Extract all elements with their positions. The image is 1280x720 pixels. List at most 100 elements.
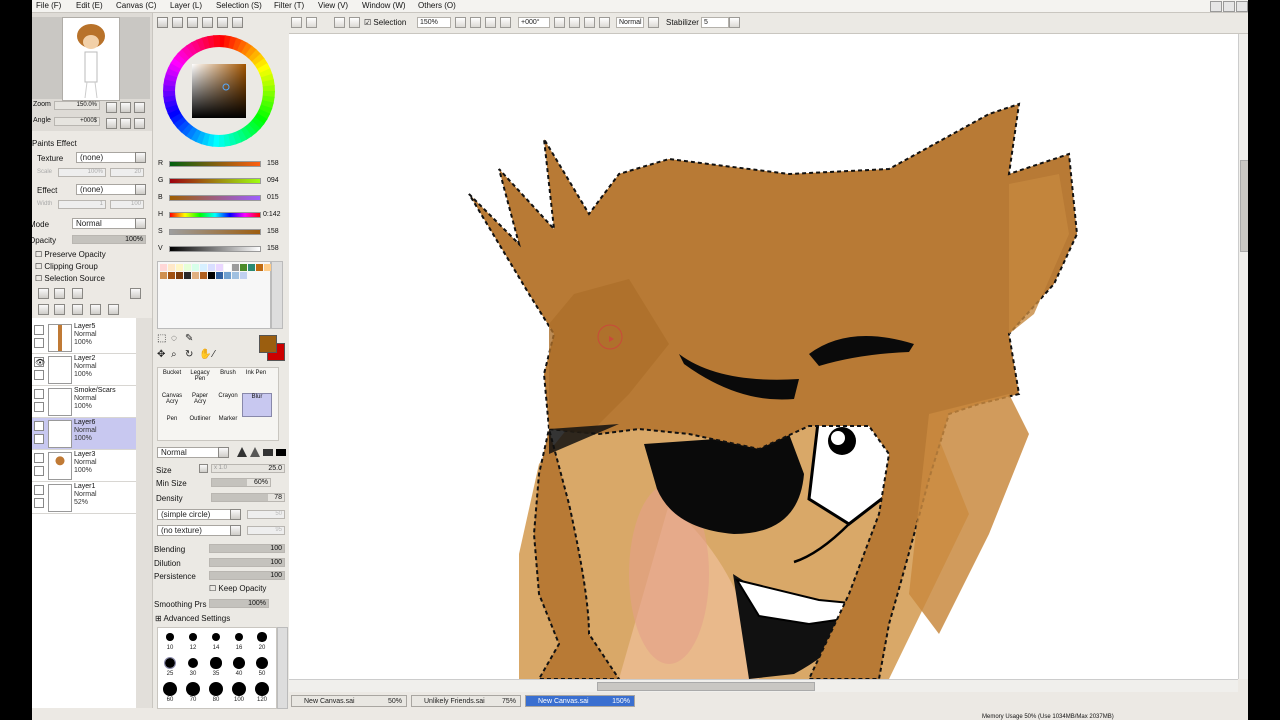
invert-selection-icon[interactable]	[349, 17, 360, 28]
layer-row-4[interactable]: Layer3 Normal 100%	[32, 450, 136, 482]
lasso-select-icon[interactable]: ◌	[171, 333, 177, 344]
color-swatch[interactable]	[240, 264, 247, 271]
canvas-horizontal-scrollbar[interactable]	[289, 679, 1238, 692]
brush-size-dot[interactable]	[186, 682, 200, 696]
color-swatch[interactable]	[200, 264, 207, 271]
stabilizer-field[interactable]: 5	[701, 17, 729, 28]
dilution-slider[interactable]: 100	[209, 558, 285, 567]
lock-icon[interactable]	[34, 466, 44, 476]
rect-select-icon[interactable]: ⬚	[157, 333, 166, 344]
scratchpad-mode-icon[interactable]	[232, 17, 243, 28]
tool-legacy-pen[interactable]: Legacy Pen	[186, 370, 214, 392]
tool-outliner[interactable]: Outliner	[186, 416, 214, 438]
brush-size-dot[interactable]	[166, 633, 174, 641]
color-swatch[interactable]	[232, 272, 239, 279]
deselect-icon[interactable]	[334, 17, 345, 28]
close-button[interactable]	[1236, 1, 1248, 12]
brush-size-presets[interactable]: 10 12 14 16 20 25 30 35 40 50 60 70 80 100 120	[157, 627, 277, 709]
layer-row-5[interactable]: Layer1 Normal 52%	[32, 482, 136, 514]
navigator-preview[interactable]	[62, 17, 120, 101]
tool-ink-pen[interactable]: Ink Pen	[242, 370, 270, 392]
color-swatch[interactable]	[168, 272, 175, 279]
rotate-left-button[interactable]	[106, 118, 117, 129]
color-swatch[interactable]	[192, 264, 199, 271]
color-swatch[interactable]	[200, 272, 207, 279]
menu-window[interactable]: Window (W)	[362, 1, 406, 10]
color-mixer-mode-icon[interactable]	[202, 17, 213, 28]
color-swatch[interactable]	[176, 272, 183, 279]
undo-icon[interactable]	[291, 17, 302, 28]
saturation-slider[interactable]	[169, 229, 261, 235]
redo-icon[interactable]	[306, 17, 317, 28]
preserve-opacity-checkbox[interactable]: ☐ Preserve Opacity	[35, 250, 106, 259]
hue-slider[interactable]	[169, 212, 261, 218]
color-swatch[interactable]	[176, 264, 183, 271]
paint-effect-header[interactable]: Paints Effect	[32, 139, 77, 148]
angle-field[interactable]: +000°	[518, 17, 550, 28]
brush-shape-sharp-icon[interactable]	[237, 447, 247, 457]
scale-number[interactable]: 20	[110, 168, 144, 177]
size-multiplier-button[interactable]	[199, 464, 208, 473]
width-slider[interactable]: 1	[58, 200, 106, 209]
brush-shape-medium-icon[interactable]	[250, 447, 260, 457]
tool-marker[interactable]: Marker	[214, 416, 242, 438]
layer-list-scrollbar[interactable]	[136, 318, 152, 708]
eyedropper-icon[interactable]: ⁄	[213, 349, 215, 360]
zoom-in-button[interactable]	[120, 102, 131, 113]
layer-row-1[interactable]: 👁 Layer2 Normal 100%	[32, 354, 136, 386]
color-swatch[interactable]	[256, 264, 263, 271]
advanced-settings-toggle[interactable]: ⊞ Advanced Settings	[155, 614, 230, 623]
canvas-vertical-scrollbar[interactable]	[1238, 34, 1248, 679]
eye-icon[interactable]	[34, 325, 44, 335]
tool-bucket[interactable]: Bucket	[158, 370, 186, 392]
color-swatch[interactable]	[240, 272, 247, 279]
tool-canvas-acry[interactable]: Canvas Acry	[158, 393, 186, 415]
hand-icon[interactable]: ✋	[199, 349, 211, 360]
rotate-cw-icon[interactable]	[569, 17, 580, 28]
menu-others[interactable]: Others (O)	[418, 1, 456, 10]
color-swatch[interactable]	[192, 272, 199, 279]
brush-shape-dropdown[interactable]: (simple circle)	[157, 509, 241, 520]
menu-view[interactable]: View (V)	[318, 1, 348, 10]
zoom-out-icon[interactable]	[455, 17, 466, 28]
swatch-grid[interactable]	[157, 261, 271, 329]
zoom-slider[interactable]: 150.0%	[54, 101, 100, 110]
brush-size-dot[interactable]	[210, 657, 222, 669]
eye-icon[interactable]	[34, 453, 44, 463]
horizontal-scroll-thumb[interactable]	[597, 682, 815, 691]
minimize-button[interactable]	[1210, 1, 1222, 12]
zoom-fit-icon[interactable]	[485, 17, 496, 28]
rotate-right-button[interactable]	[120, 118, 131, 129]
zoom-field[interactable]: 150%	[417, 17, 451, 28]
lock-icon[interactable]	[34, 498, 44, 508]
blue-slider[interactable]	[169, 195, 261, 201]
brush-size-dot[interactable]	[232, 682, 246, 696]
brush-size-dot[interactable]	[209, 682, 223, 696]
magic-wand-icon[interactable]: ✎	[185, 333, 193, 344]
vertical-scroll-thumb[interactable]	[1240, 160, 1248, 252]
rotate-ccw-icon[interactable]	[554, 17, 565, 28]
red-slider[interactable]	[169, 161, 261, 167]
zoom-icon[interactable]: ⌕	[171, 349, 177, 360]
new-folder-icon[interactable]	[72, 288, 83, 299]
selection-visibility-checkbox[interactable]: ☑ Selection	[364, 18, 406, 27]
value-slider[interactable]	[169, 246, 261, 252]
eye-icon[interactable]	[34, 421, 44, 431]
brush-size-dot[interactable]	[234, 632, 244, 642]
eye-icon[interactable]	[34, 389, 44, 399]
effect-dropdown[interactable]: (none)	[76, 184, 146, 195]
brush-shape-strength[interactable]: 50	[247, 510, 285, 519]
layer-opacity-slider[interactable]: 100%	[72, 235, 146, 244]
scale-slider[interactable]: 100%	[58, 168, 106, 177]
delete-layer-icon[interactable]	[90, 304, 101, 315]
color-swatch[interactable]	[184, 272, 191, 279]
zoom-in-icon[interactable]	[470, 17, 481, 28]
color-swatch[interactable]	[224, 272, 231, 279]
move-icon[interactable]: ✥	[157, 349, 165, 360]
eye-icon[interactable]: 👁	[34, 357, 45, 367]
document-tab-1[interactable]: Unlikely Friends.sai 75%	[411, 695, 521, 707]
brush-size-dot[interactable]	[233, 657, 245, 669]
stabilizer-menu-icon[interactable]	[729, 17, 740, 28]
merge-down-icon[interactable]	[54, 304, 65, 315]
color-swatch[interactable]	[168, 264, 175, 271]
